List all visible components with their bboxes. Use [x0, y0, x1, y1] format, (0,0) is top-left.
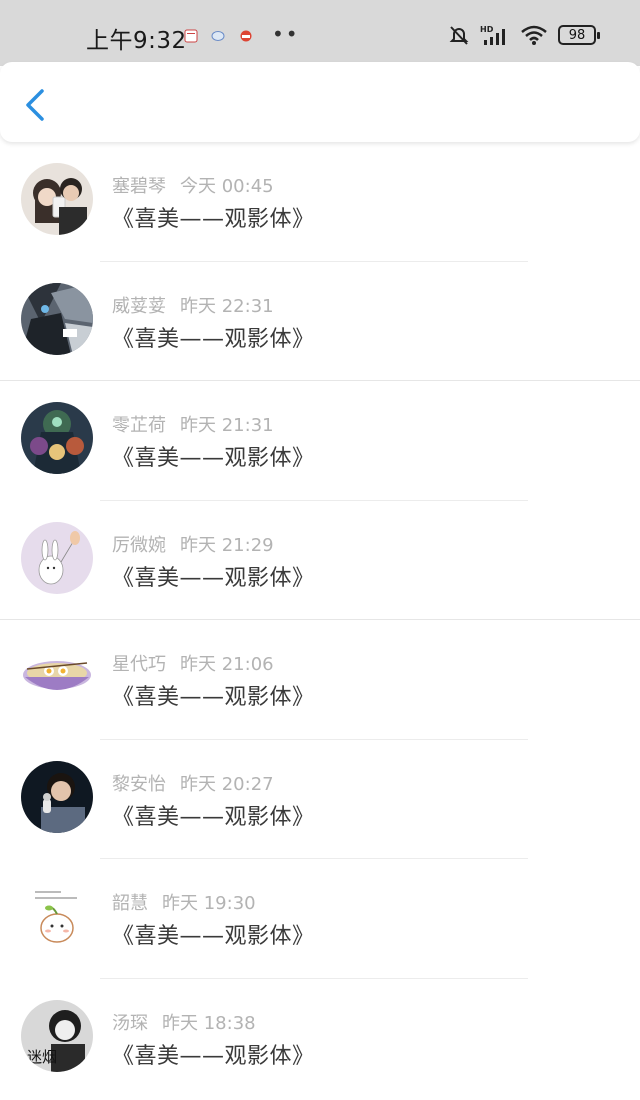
list-item[interactable]: 迷烟 汤琛 昨天 18:38 《喜美——观影体》	[0, 979, 640, 1099]
message-text: 《喜美——观影体》	[112, 924, 315, 949]
message-text: 《喜美——观影体》	[112, 326, 315, 352]
message-time: 昨天 21:31	[180, 415, 274, 436]
message-meta: 韶慧 昨天 19:30	[112, 889, 256, 915]
avatar	[21, 163, 93, 235]
sender-name: 塞碧琴	[112, 176, 166, 197]
sender-name: 威荽荽	[112, 295, 166, 317]
message-meta: 汤琛 昨天 18:38	[112, 1009, 256, 1035]
sender-name: 汤琛	[112, 1012, 148, 1034]
message-meta: 厉微婉 昨天 21:29	[112, 531, 274, 557]
avatar	[21, 521, 93, 594]
message-time: 昨天 21:06	[180, 654, 274, 675]
list-item[interactable]: 威荽荽 昨天 22:31 《喜美——观影体》	[0, 262, 640, 381]
app-notification-icon	[240, 30, 252, 42]
list-item[interactable]: 塞碧琴 今天 00:45 《喜美——观影体》	[0, 142, 640, 262]
status-bar: 上午9:32 •• HD 98	[0, 0, 640, 66]
chat-notification-icon	[211, 31, 225, 41]
avatar	[21, 282, 93, 355]
message-text: 《喜美——观影体》	[112, 565, 315, 591]
avatar: 迷烟	[21, 999, 93, 1072]
message-text: 《喜美——观影体》	[112, 207, 315, 232]
chevron-left-icon[interactable]	[20, 86, 50, 124]
list-item[interactable]: 星代巧 昨天 21:06 《喜美——观影体》	[0, 620, 640, 740]
list-item[interactable]: 黎安怡 昨天 20:27 《喜美——观影体》	[0, 740, 640, 859]
status-time: 上午9:32	[86, 28, 187, 54]
message-meta: 零芷荷 昨天 21:31	[112, 411, 274, 437]
list-item[interactable]: 韶慧 昨天 19:30 《喜美——观影体》	[0, 859, 640, 979]
message-time: 昨天 20:27	[180, 773, 274, 795]
message-text: 《喜美——观影体》	[112, 685, 315, 710]
message-time: 今天 00:45	[180, 176, 274, 197]
network-type: HD	[480, 25, 494, 34]
message-text: 《喜美——观影体》	[112, 446, 315, 471]
list-item[interactable]: 厉微婉 昨天 21:29 《喜美——观影体》	[0, 501, 640, 620]
calendar-notification-icon	[184, 29, 198, 43]
message-meta: 塞碧琴 今天 00:45	[112, 172, 274, 198]
avatar	[21, 880, 93, 952]
message-text: 《喜美——观影体》	[112, 1043, 315, 1069]
avatar	[21, 402, 93, 474]
signal-hd-icon: HD	[480, 25, 505, 45]
avatar-overlay-text: 迷烟	[27, 1048, 57, 1066]
more-notifications-icon: ••	[272, 22, 300, 46]
status-icons: HD 98	[448, 24, 600, 46]
message-meta: 威荽荽 昨天 22:31	[112, 292, 274, 318]
message-list: 塞碧琴 今天 00:45 《喜美——观影体》 威荽荽 昨天 22:31 《喜美——观…	[0, 142, 640, 1098]
sender-name: 星代巧	[112, 654, 166, 675]
list-item[interactable]: 零芷荷 昨天 21:31 《喜美——观影体》	[0, 381, 640, 501]
avatar	[21, 760, 93, 833]
sender-name: 韶慧	[112, 893, 148, 914]
nav-bar	[0, 62, 640, 142]
message-time: 昨天 19:30	[162, 893, 256, 914]
message-time: 昨天 21:29	[180, 534, 274, 556]
sender-name: 黎安怡	[112, 773, 166, 795]
message-meta: 黎安怡 昨天 20:27	[112, 770, 274, 796]
avatar	[21, 641, 93, 713]
message-time: 昨天 22:31	[180, 295, 274, 317]
battery-indicator: 98	[558, 25, 600, 45]
sender-name: 厉微婉	[112, 534, 166, 556]
message-time: 昨天 18:38	[162, 1012, 256, 1034]
mute-bell-icon	[449, 26, 469, 45]
sender-name: 零芷荷	[112, 415, 166, 436]
wifi-icon	[521, 25, 547, 45]
message-text: 《喜美——观影体》	[112, 804, 315, 830]
message-meta: 星代巧 昨天 21:06	[112, 650, 274, 676]
battery-level: 98	[568, 27, 586, 43]
